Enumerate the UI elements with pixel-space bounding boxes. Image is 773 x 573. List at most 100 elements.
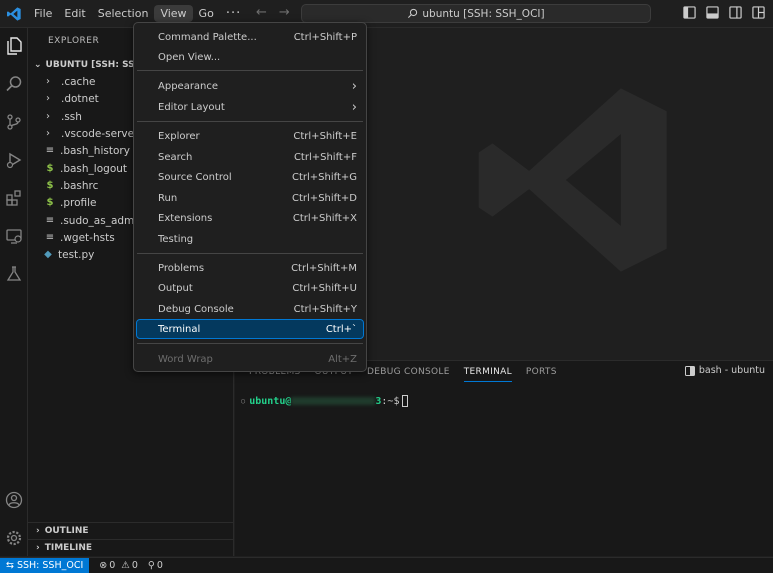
accounts-icon[interactable] [4,490,24,510]
menu-item-output[interactable]: Output Ctrl+Shift+U [137,279,363,297]
menu-item-word-wrap: Word Wrap Alt+Z [137,350,363,368]
explorer-icon[interactable] [4,36,24,56]
timeline-label: TIMELINE [44,543,93,553]
terminal-bash-icon [684,365,695,376]
activity-bar [0,28,28,556]
shell-file-icon: $ [46,163,54,174]
menu-item-source-control[interactable]: Source Control Ctrl+Shift+G [137,168,363,186]
layout-controls [683,6,765,19]
error-icon: ⊗ [99,560,108,571]
menu-view[interactable]: View [154,5,193,22]
menu-item-label: Explorer [158,130,200,142]
toggle-primary-sidebar-icon[interactable] [683,6,696,19]
terminal-instance[interactable]: bash - ubuntu [684,365,765,376]
tree-item-label: .wget-hsts [60,231,115,244]
menu-item-label: Search [158,151,193,163]
menu-item-search[interactable]: Search Ctrl+Shift+F [137,148,363,166]
error-count: 0 [109,560,116,571]
search-view-icon[interactable] [4,74,24,94]
prompt-path: :~$ [381,395,400,407]
menu-item-debug-console[interactable]: Debug Console Ctrl+Shift+Y [137,300,363,318]
chevron-right-icon: › [46,111,50,122]
forward-arrow-icon[interactable]: → [279,5,290,20]
back-arrow-icon[interactable]: ← [256,5,267,20]
remote-indicator[interactable]: ⇆ SSH: SSH_OCI [0,557,90,573]
search-icon [408,8,418,18]
menu-item-run[interactable]: Run Ctrl+Shift+D [137,189,363,207]
source-control-icon[interactable] [4,112,24,132]
menu-item-label: Run [158,192,178,204]
chevron-down-icon: ⌄ [34,59,42,70]
menu-item-label: Command Palette... [158,31,257,43]
vscode-logo-icon[interactable] [6,6,22,22]
menu-item-label: Problems [158,262,205,274]
menu-separator [137,343,363,344]
more-menus-icon[interactable]: ··· [220,4,247,23]
menu-item-open-view[interactable]: Open View... [137,48,363,66]
outline-section[interactable]: › OUTLINE [28,522,233,539]
menu-selection[interactable]: Selection [92,5,155,22]
command-center-search[interactable]: ubuntu [SSH: SSH_OCI] [301,4,651,23]
menu-item-shortcut: Ctrl+Shift+P [293,31,357,43]
terminal-prompt[interactable]: ○ ubuntu@ 3 :~$ [241,395,409,407]
menu-item-label: Editor Layout [158,101,225,113]
timeline-section[interactable]: › TIMELINE [28,539,233,556]
extensions-icon[interactable] [4,188,24,208]
shell-file-icon: $ [46,197,54,208]
navigation-arrows: ← → [256,5,290,20]
menu-item-label: Output [158,282,193,294]
tab-debug-console[interactable]: DEBUG CONSOLE [367,363,450,381]
text-file-icon: ≡ [45,215,55,226]
chevron-right-icon: › [36,543,40,553]
terminal-cursor [402,395,409,407]
tree-item-label: .ssh [61,110,82,123]
bottom-panel: PROBLEMS OUTPUT DEBUG CONSOLE TERMINAL P… [235,360,773,556]
status-bar: ⇆ SSH: SSH_OCI ⊗ 0 ⚠ 0 ⚲ 0 [0,557,773,573]
problems-status[interactable]: ⊗ 0 ⚠ 0 [99,560,138,571]
outline-label: OUTLINE [44,526,89,536]
prompt-user: ubuntu@ [249,395,292,407]
tree-item-label: .dotnet [61,92,99,105]
menu-item-label: Appearance [158,80,219,92]
vscode-watermark-icon [478,88,667,272]
chevron-right-icon: › [36,526,40,536]
submenu-chevron-icon: › [351,78,357,94]
warning-count: 0 [131,560,138,571]
menu-item-shortcut: Alt+Z [328,353,357,365]
menu-item-shortcut: Ctrl+Shift+E [293,130,357,142]
menu-item-editor-layout[interactable]: Editor Layout › [137,98,363,116]
menu-edit[interactable]: Edit [58,5,91,22]
menu-item-label: Extensions [158,212,213,224]
menu-item-testing[interactable]: Testing [137,230,363,248]
remote-explorer-icon[interactable] [4,226,24,246]
title-bar: File Edit Selection View Go ··· ← → ubun… [0,0,773,28]
menu-separator [137,121,363,122]
menu-item-command-palette[interactable]: Command Palette... Ctrl+Shift+P [137,28,363,46]
menu-file[interactable]: File [28,5,58,22]
ports-status[interactable]: ⚲ 0 [148,560,163,571]
run-debug-icon[interactable] [4,150,24,170]
remote-icon: ⇆ [6,560,14,571]
menu-item-terminal[interactable]: Terminal Ctrl+` [136,319,364,339]
toggle-secondary-sidebar-icon[interactable] [729,6,742,19]
customize-layout-icon[interactable] [752,6,765,19]
menu-item-label: Source Control [158,171,232,183]
menu-separator [137,70,363,71]
tab-terminal[interactable]: TERMINAL [463,363,512,382]
toggle-panel-icon[interactable] [706,6,719,19]
menu-item-problems[interactable]: Problems Ctrl+Shift+M [137,259,363,277]
menu-item-extensions[interactable]: Extensions Ctrl+Shift+X [137,209,363,227]
menu-item-label: Debug Console [158,303,234,315]
manage-gear-icon[interactable] [4,528,24,548]
tab-ports[interactable]: PORTS [526,363,557,381]
menu-item-appearance[interactable]: Appearance › [137,77,363,95]
submenu-chevron-icon: › [351,99,357,115]
testing-flask-icon[interactable] [4,264,24,284]
menu-item-explorer[interactable]: Explorer Ctrl+Shift+E [137,127,363,145]
sidebar-title: EXPLORER [48,36,100,46]
ports-icon: ⚲ [147,560,155,571]
tree-item-label: .bashrc [60,179,99,192]
tree-item-label: .vscode-server [61,127,139,140]
menu-item-shortcut: Ctrl+Shift+X [292,212,357,224]
menu-go[interactable]: Go [193,5,220,22]
